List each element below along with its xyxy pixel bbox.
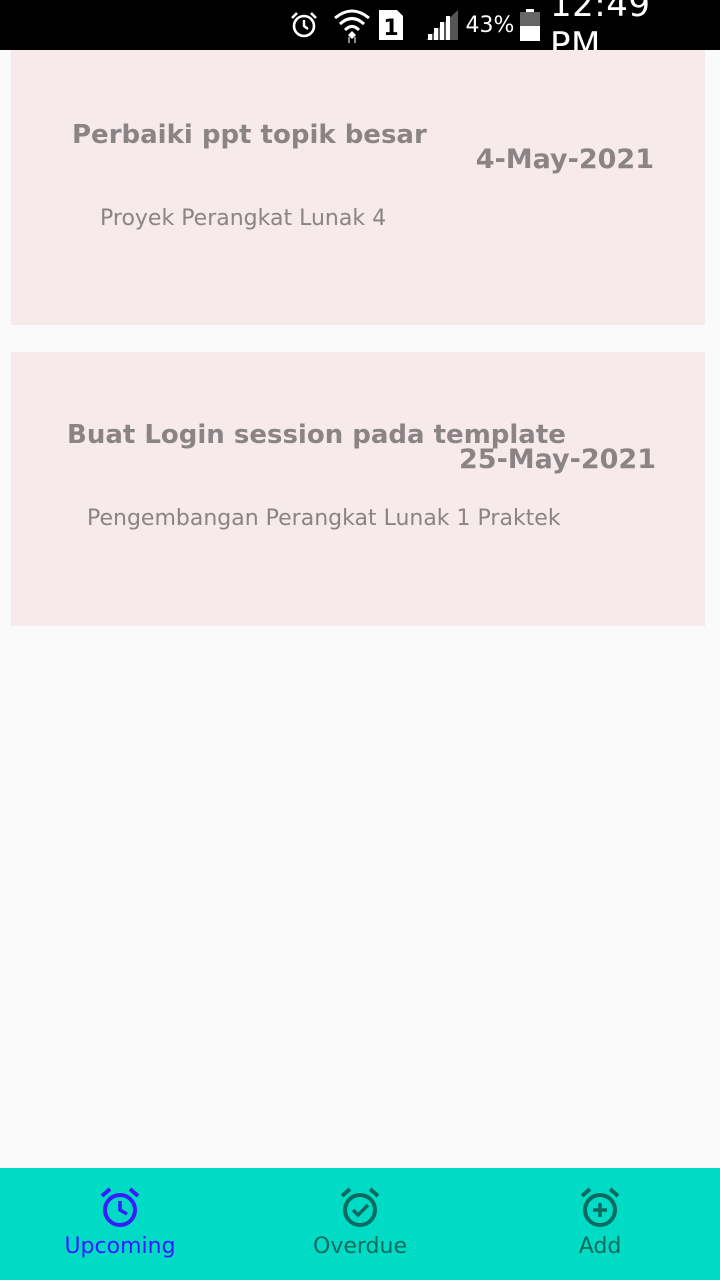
nav-upcoming-label: Upcoming bbox=[64, 1234, 176, 1259]
wifi-icon bbox=[332, 0, 372, 50]
signal-icon bbox=[424, 0, 460, 50]
alarm-add-icon bbox=[580, 1187, 620, 1227]
task-list: Perbaiki ppt topik besar 4-May-2021 Proy… bbox=[0, 50, 720, 1168]
nav-overdue-label: Overdue bbox=[313, 1234, 407, 1259]
nav-overdue[interactable]: Overdue bbox=[240, 1168, 480, 1280]
task-card[interactable]: Perbaiki ppt topik besar 4-May-2021 Proy… bbox=[11, 50, 705, 325]
task-title: Perbaiki ppt topik besar bbox=[72, 120, 427, 150]
alarm-icon bbox=[286, 0, 322, 50]
alarm-clock-icon bbox=[100, 1187, 140, 1227]
nav-add[interactable]: Add bbox=[480, 1168, 720, 1280]
svg-text:1: 1 bbox=[383, 16, 398, 41]
alarm-check-icon bbox=[340, 1187, 380, 1227]
status-bar: 1 43% 12:49 PM bbox=[0, 0, 720, 65]
task-card[interactable]: Buat Login session pada template 25-May-… bbox=[11, 352, 705, 626]
task-due-date: 25-May-2021 bbox=[459, 444, 656, 475]
nav-add-label: Add bbox=[578, 1234, 622, 1259]
battery-percent: 43% bbox=[465, 12, 515, 38]
task-course: Pengembangan Perangkat Lunak 1 Praktek bbox=[87, 506, 561, 531]
bottom-navigation: Upcoming Overdue Add bbox=[0, 1168, 720, 1280]
sim-icon: 1 bbox=[376, 0, 406, 50]
task-due-date: 4-May-2021 bbox=[475, 144, 654, 175]
clock-time: 12:49 PM bbox=[550, 0, 651, 65]
nav-upcoming[interactable]: Upcoming bbox=[0, 1168, 240, 1280]
task-course: Proyek Perangkat Lunak 4 bbox=[100, 206, 387, 231]
battery-icon bbox=[516, 0, 544, 50]
